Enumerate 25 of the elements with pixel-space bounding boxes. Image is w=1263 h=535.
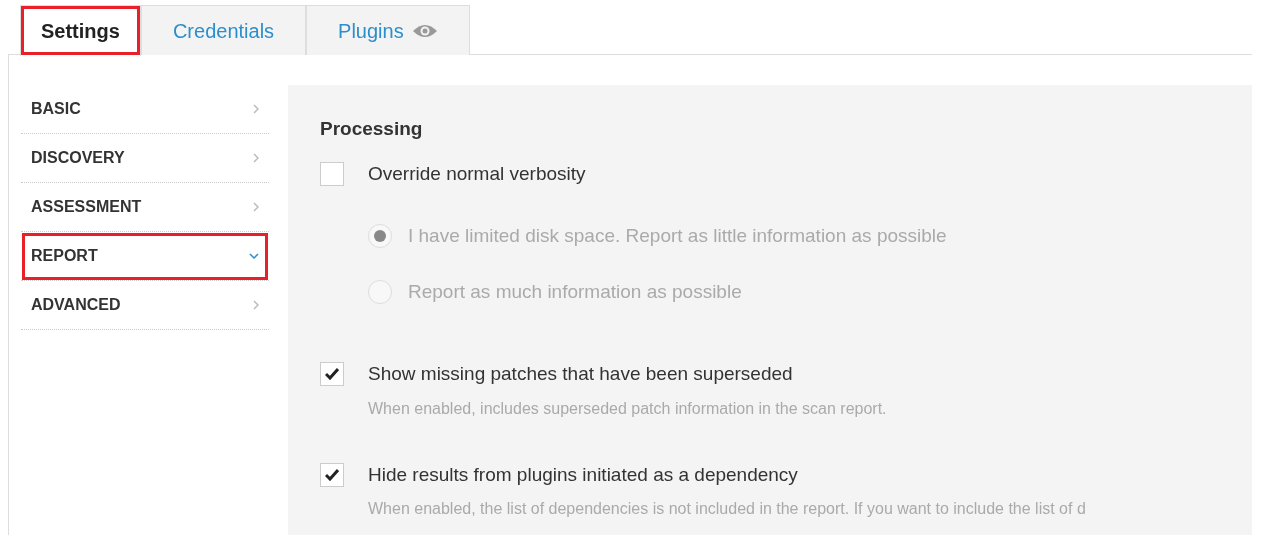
option-label: Override normal verbosity <box>368 161 586 186</box>
checkbox[interactable] <box>320 462 344 487</box>
section-title: Processing <box>320 117 424 141</box>
sidebar-item[interactable]: REPORT <box>21 232 269 281</box>
chevron-down-icon <box>249 253 259 259</box>
checkbox[interactable] <box>320 362 344 387</box>
radio-label: I have limited disk space. Report as little information as possible <box>408 223 947 248</box>
sidebar-item[interactable]: BASIC <box>21 85 269 134</box>
checkmark-icon <box>325 468 339 481</box>
option-label: Hide results from plugins initiated as a dependency <box>368 462 798 487</box>
checkmark-icon <box>325 368 339 381</box>
option-description: When enabled, includes superseded patch information in the scan report. <box>367 398 888 419</box>
checkbox[interactable] <box>320 161 344 186</box>
chevron-right-icon <box>253 202 259 212</box>
radio-label: Report as much information as possible <box>408 279 742 304</box>
sidebar-item[interactable]: DISCOVERY <box>21 134 269 183</box>
chevron-right-icon <box>253 153 259 163</box>
option-description: When enabled, the list of dependencies is not included in the report. If you want to include the list of d <box>367 499 1087 519</box>
sidebar-item[interactable]: ADVANCED <box>21 281 269 330</box>
tab[interactable]: Settings <box>20 5 141 56</box>
option-label: Show missing patches that have been superseded <box>368 362 793 386</box>
eye-icon <box>411 22 438 39</box>
sidebar-item[interactable]: ASSESSMENT <box>21 183 269 232</box>
chevron-right-icon <box>253 300 259 310</box>
chevron-right-icon <box>253 104 259 114</box>
